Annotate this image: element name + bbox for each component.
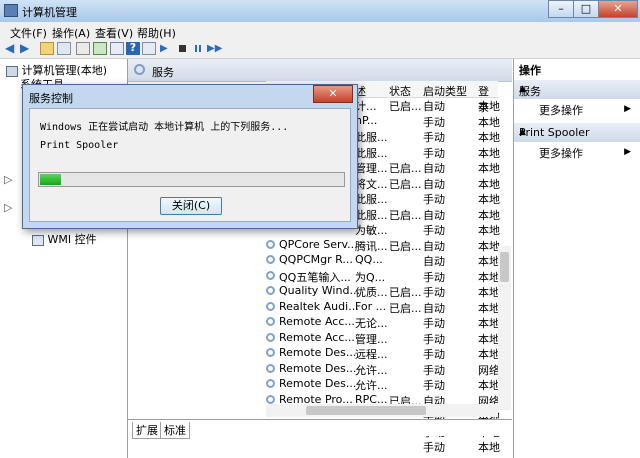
tree-expander[interactable]: ▷ [4,173,12,186]
dialog-close-button[interactable]: ✕ [313,85,353,103]
service-name: Remote Acc... [279,315,355,328]
tab-extended[interactable]: 扩展 [132,422,162,439]
service-icon [266,301,275,311]
collapse-icon[interactable]: ▲ [519,84,631,94]
help-icon[interactable]: ? [126,42,140,55]
service-icon [266,286,275,295]
service-description: nP... [355,113,378,127]
submenu-arrow-icon-2: ▶ [624,147,631,157]
service-control-dialog: 服务控制 ✕ Windows 正在尝试启动 本地计算机 上的下列服务... Pr… [22,84,358,229]
services-icon [134,64,145,75]
scroll-thumb[interactable] [500,252,509,282]
service-startup-type: 手动 [423,441,445,454]
view-tabs: 扩展 标准 [128,419,512,439]
service-logon: 本地 [478,441,500,454]
show-hide-tree-icon[interactable] [57,42,71,55]
table-row[interactable]: Remote Des... 允许... 手动 本地 [266,376,506,392]
vertical-scrollbar[interactable] [498,246,511,410]
menu-bar: 文件(F) 操作(A) 查看(V) 帮助(H) [0,22,640,40]
service-name: Remote Des... [279,346,357,359]
refresh-icon[interactable] [93,42,107,55]
service-name: Realtek Audi... [279,299,359,313]
console-icon[interactable] [142,42,156,55]
submenu-arrow-icon: ▶ [624,104,631,114]
up-folder-icon[interactable] [40,42,54,55]
service-icon [266,348,275,357]
menu-help[interactable]: 帮助(H) [137,25,176,41]
table-row[interactable]: QQ五笔输入... 为Q... 手动 本地 [266,268,506,284]
minimize-button[interactable]: – [548,0,574,18]
service-name: Remote Acc... [279,330,355,344]
service-icon [266,239,275,249]
services-header-title: 服务 [152,66,174,79]
tree-wmi-label: WMI 控件 [47,233,97,246]
more-actions-1-label: 更多操作 [539,104,583,117]
service-name: QPCore Serv... [279,237,358,251]
actions-pane: 操作 服务 ▲ 更多操作 ▶ Print Spooler ▲ 更多操作 ▶ [513,59,640,458]
start-progress-bar [38,172,345,187]
computer-management-icon [4,4,18,17]
service-description: QQ... [355,253,383,266]
service-icon [266,379,275,388]
window-title: 计算机管理 [22,6,77,19]
service-description: For ... [355,299,387,313]
forward-icon[interactable]: ▶ [20,42,34,55]
close-button[interactable]: 关闭(C) [160,197,222,215]
table-row[interactable]: Remote Acc... 无论... 手动 本地 [266,314,506,330]
dialog-title: 服务控制 [29,92,73,105]
tab-standard[interactable]: 标准 [160,422,190,439]
pause-service-icon[interactable] [192,42,206,55]
service-name: Remote Des... [279,361,357,375]
horizontal-scrollbar[interactable] [266,404,498,417]
table-row[interactable]: QPCore Serv... 腾讯... 已启... 自动 本地 [266,237,506,253]
tree-expander-2[interactable]: ▷ [4,201,12,214]
close-window-button[interactable]: ✕ [598,0,638,18]
services-header: 服务 [128,59,512,82]
stop-service-icon[interactable] [176,42,190,55]
more-actions-1[interactable]: 更多操作 [539,102,583,118]
properties-icon[interactable] [76,42,90,55]
service-name: QQPCMgr R... [279,253,353,266]
table-row[interactable]: Quality Wind... 优质... 已启... 手动 本地 [266,283,506,299]
table-row[interactable]: Realtek Audi... For ... 已启... 自动 本地 [266,299,506,315]
restart-service-icon[interactable]: ▶▶ [207,42,222,55]
table-row[interactable]: Remote Acc... 管理... 手动 本地 [266,330,506,346]
toolbar: ◀ ▶ ? ▶ ▶▶ [0,40,640,59]
actions-title: 操作 [519,64,541,77]
dialog-message: Windows 正在尝试启动 本地计算机 上的下列服务... [40,122,289,133]
export-list-icon[interactable] [110,42,124,55]
computer-icon [6,65,18,77]
menu-action[interactable]: 操作(A) [52,25,90,41]
maximize-button[interactable]: □ [573,0,599,18]
progress-fill [40,174,62,185]
more-actions-2-label: 更多操作 [539,147,583,160]
table-row[interactable]: QQPCMgr R... QQ... 自动 本地 [266,252,506,268]
service-name: Remote Des... [279,377,357,390]
service-name: Quality Wind... [279,284,360,297]
service-icon [266,317,275,326]
dialog-body: Windows 正在尝试启动 本地计算机 上的下列服务... Print Spo… [29,108,351,222]
service-icon [266,255,275,264]
back-icon[interactable]: ◀ [5,42,19,55]
hscroll-thumb[interactable] [306,406,426,415]
start-service-icon[interactable]: ▶ [160,42,174,55]
window-titlebar: 计算机管理 – □ ✕ [0,0,640,22]
actions-section-print-spooler[interactable]: Print Spooler ▲ [514,123,640,142]
dialog-service-name: Print Spooler [40,140,119,151]
service-icon [266,394,275,404]
menu-file[interactable]: 文件(F) [10,25,47,41]
collapse-icon-2[interactable]: ▲ [519,127,631,137]
tree-wmi-control[interactable]: WMI 控件 [32,231,97,247]
actions-section-services[interactable]: 服务 ▲ [514,80,640,99]
wmi-icon [32,234,44,246]
menu-view[interactable]: 查看(V) [95,25,133,41]
service-icon [266,363,275,373]
table-row[interactable]: 手动 本地 [266,438,506,454]
service-icon [266,270,275,280]
table-row[interactable]: Remote Des... 允许... 手动 网络 [266,361,506,377]
table-row[interactable]: Remote Des... 远程... 手动 本地 [266,345,506,361]
service-icon [266,332,275,342]
more-actions-2[interactable]: 更多操作 [539,145,583,161]
